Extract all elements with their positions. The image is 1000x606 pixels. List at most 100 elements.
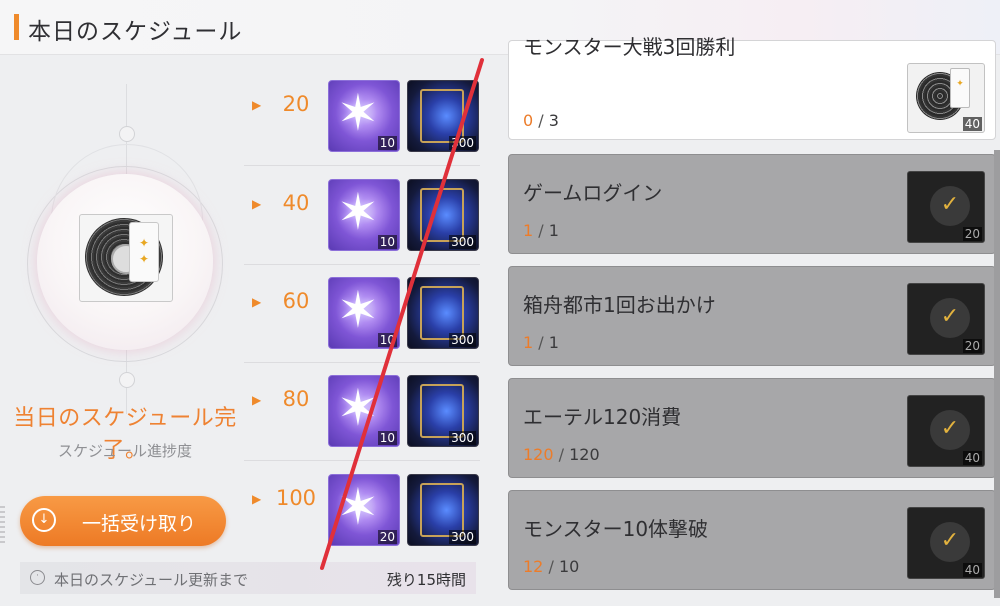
progress-separator: / bbox=[558, 445, 565, 464]
reward-tier: ▶ 20 ✶ 10 300 bbox=[244, 68, 480, 166]
download-circle-icon: ↓ bbox=[32, 508, 56, 532]
progress-current: 0 bbox=[523, 111, 534, 130]
progress-total: 3 bbox=[548, 111, 559, 130]
tier-points: 40 bbox=[282, 191, 310, 215]
crystal-reward-item[interactable]: ✶ 10 bbox=[328, 277, 400, 349]
mission-progress: 0 / 3 bbox=[523, 111, 559, 130]
tier-arrow-icon: ▶ bbox=[252, 197, 262, 211]
reset-timer-label: 本日のスケジュール更新まで bbox=[54, 571, 248, 589]
bulk-receive-label: 一括受け取り bbox=[82, 513, 197, 535]
reward-tier: ▶ 100 ✶ 20 300 bbox=[244, 462, 480, 559]
book-icon bbox=[420, 286, 464, 340]
edge-marks bbox=[0, 506, 5, 546]
mission-reward-count: 20 bbox=[962, 227, 982, 241]
mission-reward-count: 40 bbox=[962, 451, 982, 465]
sparkle-card-icon: ✦ ✦ bbox=[129, 222, 159, 282]
clock-icon: · bbox=[30, 570, 45, 585]
mission-progress: 1 / 1 bbox=[523, 221, 559, 240]
schedule-disc-emblem: ✦ ✦ bbox=[37, 174, 213, 350]
item-count: 300 bbox=[449, 235, 476, 249]
book-icon bbox=[420, 483, 464, 537]
crystal-icon: ✶ bbox=[337, 183, 379, 241]
book-reward-item[interactable]: 300 bbox=[407, 277, 479, 349]
mission-card[interactable]: エーテル120消費 120 / 120 ✓ 40 bbox=[508, 378, 996, 478]
item-count: 300 bbox=[449, 530, 476, 544]
schedule-progress-panel: ✦ ✦ 当日のスケジュール完了。 スケジュール進捗度 ↓ 一括受け取り bbox=[0, 54, 250, 606]
bulk-receive-button[interactable]: ↓ 一括受け取り bbox=[20, 496, 226, 546]
tier-arrow-icon: ▶ bbox=[252, 393, 262, 407]
mission-title: モンスター10体撃破 bbox=[523, 517, 709, 541]
reset-timer-remaining: 残り15時間 bbox=[386, 571, 466, 589]
mission-card[interactable]: モンスター10体撃破 12 / 10 ✓ 40 bbox=[508, 490, 996, 590]
progress-current: 120 bbox=[523, 445, 554, 464]
mission-title: ゲームログイン bbox=[523, 181, 663, 205]
mission-card[interactable]: ゲームログイン 1 / 1 ✓ 20 bbox=[508, 154, 996, 254]
book-reward-item[interactable]: 300 bbox=[407, 474, 479, 546]
progress-label: スケジュール進捗度 bbox=[58, 442, 192, 460]
tier-arrow-icon: ▶ bbox=[252, 492, 262, 506]
book-icon bbox=[420, 89, 464, 143]
progress-current: 12 bbox=[523, 557, 544, 576]
book-icon bbox=[420, 384, 464, 438]
mission-reward-count: 40 bbox=[962, 563, 982, 577]
check-icon: ✓ bbox=[930, 410, 970, 450]
book-reward-item[interactable]: 300 bbox=[407, 179, 479, 251]
progress-total: 120 bbox=[569, 445, 600, 464]
progress-separator: / bbox=[538, 221, 544, 240]
item-count: 300 bbox=[449, 431, 476, 445]
crystal-icon: ✶ bbox=[337, 84, 379, 142]
tier-arrow-icon: ▶ bbox=[252, 295, 262, 309]
item-count: 10 bbox=[377, 235, 397, 249]
item-count: 10 bbox=[377, 431, 397, 445]
progress-separator: / bbox=[538, 111, 544, 130]
crystal-reward-item[interactable]: ✶ 10 bbox=[328, 179, 400, 251]
mission-progress: 12 / 10 bbox=[523, 557, 579, 576]
mission-progress: 1 / 1 bbox=[523, 333, 559, 352]
book-reward-item[interactable]: 300 bbox=[407, 80, 479, 152]
reward-tier: ▶ 80 ✶ 10 300 bbox=[244, 363, 480, 461]
item-count: 10 bbox=[377, 333, 397, 347]
progress-total: 10 bbox=[558, 557, 580, 576]
reward-tier: ▶ 60 ✶ 10 300 bbox=[244, 265, 480, 363]
crystal-reward-item[interactable]: ✶ 10 bbox=[328, 375, 400, 447]
book-reward-item[interactable]: 300 bbox=[407, 375, 479, 447]
crystal-icon: ✶ bbox=[337, 478, 379, 536]
mission-title: エーテル120消費 bbox=[523, 405, 682, 429]
crystal-icon: ✶ bbox=[337, 281, 379, 339]
check-icon: ✓ bbox=[930, 298, 970, 338]
item-count: 10 bbox=[377, 136, 397, 150]
decorative-knob bbox=[119, 126, 135, 142]
mission-reward-icon: ✦ 40 bbox=[907, 63, 985, 133]
mission-progress: 120 / 120 bbox=[523, 445, 600, 464]
progress-current: 1 bbox=[523, 221, 534, 240]
mission-title: 箱舟都市1回お出かけ bbox=[523, 293, 716, 317]
list-scroll-edge[interactable] bbox=[994, 150, 1000, 598]
tier-points: 20 bbox=[282, 92, 310, 116]
progress-separator: / bbox=[538, 333, 544, 352]
mission-card[interactable]: モンスター大戦3回勝利 0 / 3 ✦ 40 bbox=[508, 35, 996, 140]
tier-points: 60 bbox=[282, 289, 310, 313]
item-count: 300 bbox=[449, 136, 476, 150]
check-icon: ✓ bbox=[930, 186, 970, 226]
item-count: 20 bbox=[377, 530, 397, 544]
progress-current: 1 bbox=[523, 333, 534, 352]
mission-card[interactable]: 箱舟都市1回お出かけ 1 / 1 ✓ 20 bbox=[508, 266, 996, 366]
check-icon: ✓ bbox=[930, 522, 970, 562]
mission-reward-icon: ✓ 20 bbox=[907, 171, 985, 243]
page-title: 本日のスケジュール bbox=[28, 19, 243, 45]
mission-reward-count: 20 bbox=[962, 339, 982, 353]
sparkle-card-icon: ✦ bbox=[950, 68, 970, 108]
book-icon bbox=[420, 188, 464, 242]
crystal-reward-item[interactable]: ✶ 20 bbox=[328, 474, 400, 546]
mission-reward-icon: ✓ 20 bbox=[907, 283, 985, 355]
progress-total: 1 bbox=[548, 333, 559, 352]
crystal-reward-item[interactable]: ✶ 10 bbox=[328, 80, 400, 152]
decorative-knob bbox=[119, 372, 135, 388]
header-accent-bar bbox=[14, 14, 19, 40]
reset-timer-bar: · 本日のスケジュール更新まで 残り15時間 bbox=[20, 562, 476, 594]
progress-separator: / bbox=[548, 557, 554, 576]
reward-tier: ▶ 40 ✶ 10 300 bbox=[244, 167, 480, 265]
mission-reward-icon: ✓ 40 bbox=[907, 507, 985, 579]
mission-reward-count: 40 bbox=[962, 117, 982, 131]
tier-points: 100 bbox=[275, 486, 317, 510]
